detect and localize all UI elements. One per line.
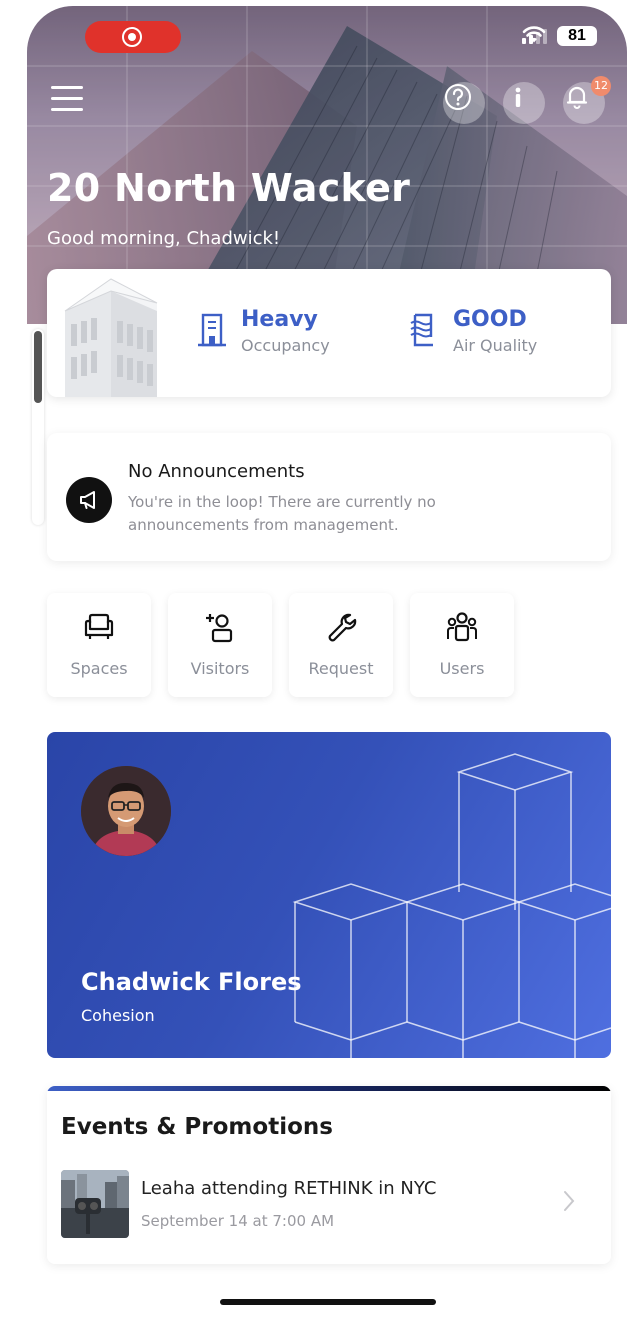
greeting-text: Good morning, Chadwick! [47, 228, 281, 249]
scrollbar[interactable] [32, 329, 44, 525]
menu-icon[interactable] [51, 86, 83, 112]
quick-action-label: Request [308, 659, 374, 678]
building-name: 20 North Wacker [47, 166, 411, 210]
battery-level: 81 [557, 26, 597, 46]
question-icon [445, 84, 471, 110]
events-section-title: Events & Promotions [61, 1114, 333, 1140]
event-name: Leaha attending RETHINK in NYC [141, 1178, 437, 1199]
record-icon [122, 27, 142, 47]
screen-recording-indicator [85, 21, 181, 53]
status-bar: 81 [522, 26, 597, 46]
building-icon [198, 313, 226, 347]
occupancy-stat: Heavy Occupancy [241, 307, 330, 355]
add-visitor-icon [206, 614, 233, 643]
air-quality-stat: GOOD Air Quality [453, 307, 537, 355]
event-thumbnail [61, 1170, 129, 1238]
profile-card[interactable]: Chadwick Flores Cohesion [47, 732, 611, 1058]
notifications-button[interactable]: 12 [563, 76, 611, 124]
quick-action-visitors[interactable]: Visitors [168, 593, 272, 697]
air-quality-icon [410, 313, 433, 347]
quick-action-label: Users [439, 659, 485, 678]
avatar-photo [81, 766, 171, 856]
announcement-title: No Announcements [128, 461, 305, 482]
profile-company: Cohesion [81, 1006, 155, 1025]
megaphone-icon [66, 477, 112, 523]
events-promotions-card: Events & Promotions Leaha attending RETH… [47, 1086, 611, 1264]
quick-action-request[interactable]: Request [289, 593, 393, 697]
scrollbar-thumb[interactable] [34, 331, 42, 403]
occupancy-value: Heavy [241, 307, 318, 332]
help-button[interactable] [443, 82, 485, 124]
wifi-icon [522, 26, 546, 43]
avatar[interactable] [81, 766, 171, 856]
chevron-right-icon [564, 1191, 575, 1211]
sofa-icon [84, 613, 114, 639]
bell-icon [566, 86, 588, 109]
announcements-card[interactable]: No Announcements You're in the loop! The… [47, 433, 611, 561]
notification-count-badge: 12 [591, 76, 611, 96]
quick-action-users[interactable]: Users [410, 593, 514, 697]
profile-name: Chadwick Flores [81, 968, 302, 996]
building-illustration [64, 278, 158, 397]
quick-action-label: Visitors [190, 659, 250, 678]
event-date: September 14 at 7:00 AM [141, 1212, 335, 1230]
users-icon [447, 612, 477, 642]
card-accent-bar [47, 1086, 611, 1091]
wrench-icon [328, 613, 357, 642]
home-indicator[interactable] [220, 1299, 436, 1305]
quick-action-spaces[interactable]: Spaces [47, 593, 151, 697]
app-screen: 81 12 20 North Wacker Good morning, Chad… [27, 6, 627, 1316]
quick-action-label: Spaces [70, 659, 128, 678]
building-stats-card: Heavy Occupancy GOOD Air Quality [47, 269, 611, 397]
info-icon [515, 87, 521, 107]
air-quality-label: Air Quality [453, 336, 538, 355]
info-button[interactable] [503, 82, 545, 124]
announcement-text: You're in the loop! There are currently … [128, 493, 436, 534]
air-quality-value: GOOD [453, 307, 527, 332]
occupancy-label: Occupancy [241, 336, 330, 355]
